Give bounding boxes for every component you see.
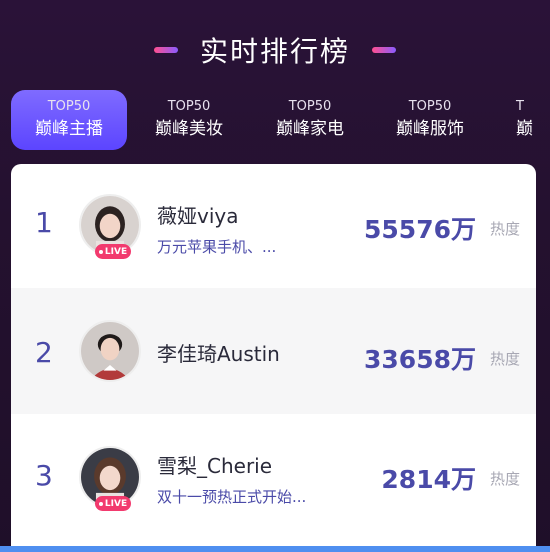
tab-top-label: T [516, 99, 524, 114]
tab-label: 巅 [516, 119, 533, 139]
live-dot-icon [98, 501, 103, 506]
category-tabs: TOP50 巅峰主播 TOP50 巅峰美妆 TOP50 巅峰家电 TOP50 巅… [0, 90, 550, 152]
rank-number: 2 [35, 336, 53, 369]
streamer-subtitle: 双十一预热正式开始... [157, 488, 307, 506]
ranking-row[interactable]: 3 LIVE 雪梨_Cherie 双十一预热正式开始... 2814万 热度 [11, 414, 536, 552]
streamer-name: 薇娅viya [157, 204, 239, 228]
streamer-subtitle: 万元苹果手机、... [157, 238, 277, 256]
tab-top-label: TOP50 [408, 99, 452, 114]
tab-appliances[interactable]: TOP50 巅峰家电 [252, 90, 368, 150]
tab-label: 巅峰服饰 [396, 119, 464, 139]
rank-number: 3 [35, 459, 53, 492]
avatar-austin[interactable] [79, 320, 141, 382]
tab-label: 巅峰家电 [276, 119, 344, 139]
tab-label: 巅峰美妆 [155, 119, 223, 139]
tab-label: 巅峰主播 [35, 119, 103, 139]
tab-top-label: TOP50 [167, 99, 211, 114]
title-bar-left-icon [153, 47, 178, 53]
tab-beauty[interactable]: TOP50 巅峰美妆 [131, 90, 247, 150]
heat-value: 55576万 [364, 215, 476, 244]
rank-number: 1 [35, 206, 53, 239]
ranking-row[interactable]: 2 李佳琦Austin 33658万 热度 [11, 288, 536, 414]
live-label: LIVE [104, 246, 128, 257]
header: 实时排行榜 [0, 30, 550, 70]
tab-partial[interactable]: T 巅 [510, 90, 550, 150]
leaderboard-panel: 实时排行榜 TOP50 巅峰主播 TOP50 巅峰美妆 TOP50 巅峰家电 T… [0, 0, 550, 552]
title-bar-right-icon [372, 47, 396, 53]
heat-label: 热度 [489, 470, 520, 488]
live-label: LIVE [104, 498, 128, 509]
tab-anchor[interactable]: TOP50 巅峰主播 [11, 90, 127, 150]
heat-value: 33658万 [364, 345, 476, 374]
live-dot-icon [98, 249, 103, 254]
ranking-row[interactable]: 1 LIVE 薇娅viya 万元苹果手机、... 55576万 热度 [11, 164, 536, 288]
bottom-divider [0, 546, 550, 552]
streamer-name: 李佳琦Austin [157, 342, 280, 366]
streamer-name: 雪梨_Cherie [157, 454, 273, 478]
heat-value: 2814万 [381, 465, 476, 494]
live-badge: LIVE [95, 244, 131, 259]
page-title: 实时排行榜 [199, 35, 350, 68]
tab-top-label: TOP50 [47, 99, 91, 114]
tab-top-label: TOP50 [288, 99, 332, 114]
live-badge: LIVE [95, 496, 131, 511]
heat-label: 热度 [489, 350, 520, 368]
heat-label: 热度 [489, 220, 520, 238]
ranking-list: 1 LIVE 薇娅viya 万元苹果手机、... 55576万 热度 2 李佳琦… [11, 164, 536, 552]
tab-apparel[interactable]: TOP50 巅峰服饰 [372, 90, 488, 150]
